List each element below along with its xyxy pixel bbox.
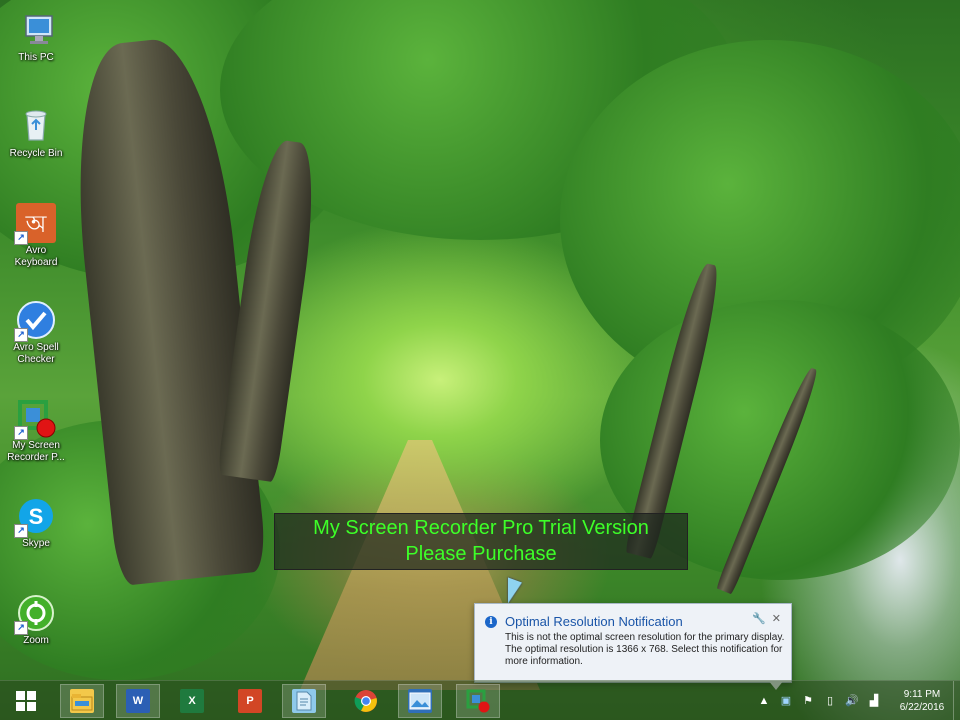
zoom-icon: ↗ — [14, 593, 56, 635]
excel-icon: X — [180, 689, 204, 713]
watermark-line2: Please Purchase — [405, 543, 557, 565]
action-center-flag-icon[interactable]: ⚑ — [801, 694, 815, 708]
shortcut-arrow-icon: ↗ — [14, 231, 28, 245]
avro-spell-checker-icon: ↗ — [14, 300, 56, 342]
taskbar-excel[interactable]: X — [170, 684, 214, 718]
show-hidden-icons-chevron-icon[interactable]: ▲ — [757, 694, 771, 708]
clock-date: 6/22/2016 — [899, 702, 945, 713]
taskbar: W X P ▲ ▣ ⚑ ▯ 🔊 ▟ 9:11 PM 6/22/2016 — [0, 680, 960, 720]
close-icon[interactable]: ✕ — [772, 612, 781, 625]
shortcut-arrow-icon: ↗ — [14, 621, 28, 635]
taskbar-notepad[interactable] — [282, 684, 326, 718]
desktop-icon-label: Recycle Bin — [9, 148, 63, 159]
taskbar-file-explorer[interactable] — [60, 684, 104, 718]
svg-text:অ: অ — [25, 210, 48, 238]
notepad-icon — [292, 689, 316, 713]
desktop-icon-skype[interactable]: S ↗ Skype — [4, 496, 68, 550]
desktop-icon-zoom[interactable]: ↗ Zoom — [4, 593, 68, 647]
shortcut-arrow-icon: ↗ — [14, 426, 28, 440]
system-tray: ▲ ▣ ⚑ ▯ 🔊 ▟ 9:11 PM 6/22/2016 — [753, 681, 960, 720]
windows-start-icon — [16, 691, 36, 711]
word-icon: W — [126, 689, 150, 713]
resolution-notification[interactable]: i Optimal Resolution Notification 🔧 ✕ Th… — [474, 603, 792, 683]
taskbar-photos[interactable] — [398, 684, 442, 718]
notification-body: This is not the optimal screen resolutio… — [505, 632, 785, 667]
taskbar-powerpoint[interactable]: P — [228, 684, 272, 718]
shortcut-arrow-icon: ↗ — [14, 524, 28, 538]
desktop-icon-avro-keyboard[interactable]: অ ↗ Avro Keyboard — [4, 203, 68, 269]
watermark-line1: My Screen Recorder Pro Trial Version — [313, 517, 649, 539]
avro-keyboard-icon: অ ↗ — [14, 203, 56, 245]
desktop-icon-label: Avro Keyboard — [14, 245, 58, 268]
volume-icon[interactable]: 🔊 — [845, 694, 859, 708]
photos-icon — [408, 689, 432, 713]
chrome-icon — [354, 689, 378, 713]
screen-recorder-icon: ↗ — [14, 398, 56, 440]
desktop: This PC Recycle Bin অ ↗ Avro Keyboard ↗ — [0, 0, 960, 720]
wifi-signal-icon[interactable]: ▟ — [867, 694, 881, 708]
taskbar-chrome[interactable] — [344, 684, 388, 718]
info-icon: i — [485, 615, 497, 628]
skype-icon: S ↗ — [14, 496, 56, 538]
notification-controls: 🔧 ✕ — [752, 612, 781, 625]
recycle-bin-icon — [16, 106, 56, 146]
network-monitor-icon[interactable]: ▣ — [779, 694, 793, 708]
battery-icon[interactable]: ▯ — [823, 694, 837, 708]
notification-title: Optimal Resolution Notification — [505, 614, 683, 629]
desktop-icon-avro-spell-checker[interactable]: ↗ Avro Spell Checker — [4, 300, 68, 366]
powerpoint-icon: P — [238, 689, 262, 713]
desktop-icon-my-screen-recorder[interactable]: ↗ My Screen Recorder P... — [4, 398, 68, 464]
computer-icon — [16, 10, 56, 50]
clock-time: 9:11 PM — [903, 689, 941, 700]
desktop-icon-label: Skype — [22, 538, 50, 549]
desktop-icon-label: This PC — [18, 52, 54, 63]
desktop-icon-this-pc[interactable]: This PC — [4, 10, 68, 64]
svg-text:S: S — [29, 504, 44, 529]
trial-watermark: My Screen Recorder Pro Trial Version Ple… — [274, 513, 688, 570]
screen-recorder-icon — [466, 689, 490, 713]
notification-header: i Optimal Resolution Notification — [485, 614, 683, 629]
show-desktop-button[interactable] — [953, 681, 960, 720]
clock[interactable]: 9:11 PM 6/22/2016 — [891, 688, 953, 714]
taskbar-screen-recorder[interactable] — [456, 684, 500, 718]
start-button[interactable] — [4, 684, 48, 718]
desktop-icon-label: My Screen Recorder P... — [7, 440, 65, 463]
desktop-icon-recycle-bin[interactable]: Recycle Bin — [4, 106, 68, 160]
desktop-icon-label: Zoom — [23, 635, 49, 646]
file-explorer-icon — [70, 689, 94, 713]
taskbar-word[interactable]: W — [116, 684, 160, 718]
desktop-icon-label: Avro Spell Checker — [13, 342, 59, 365]
settings-wrench-icon[interactable]: 🔧 — [752, 612, 766, 625]
shortcut-arrow-icon: ↗ — [14, 328, 28, 342]
